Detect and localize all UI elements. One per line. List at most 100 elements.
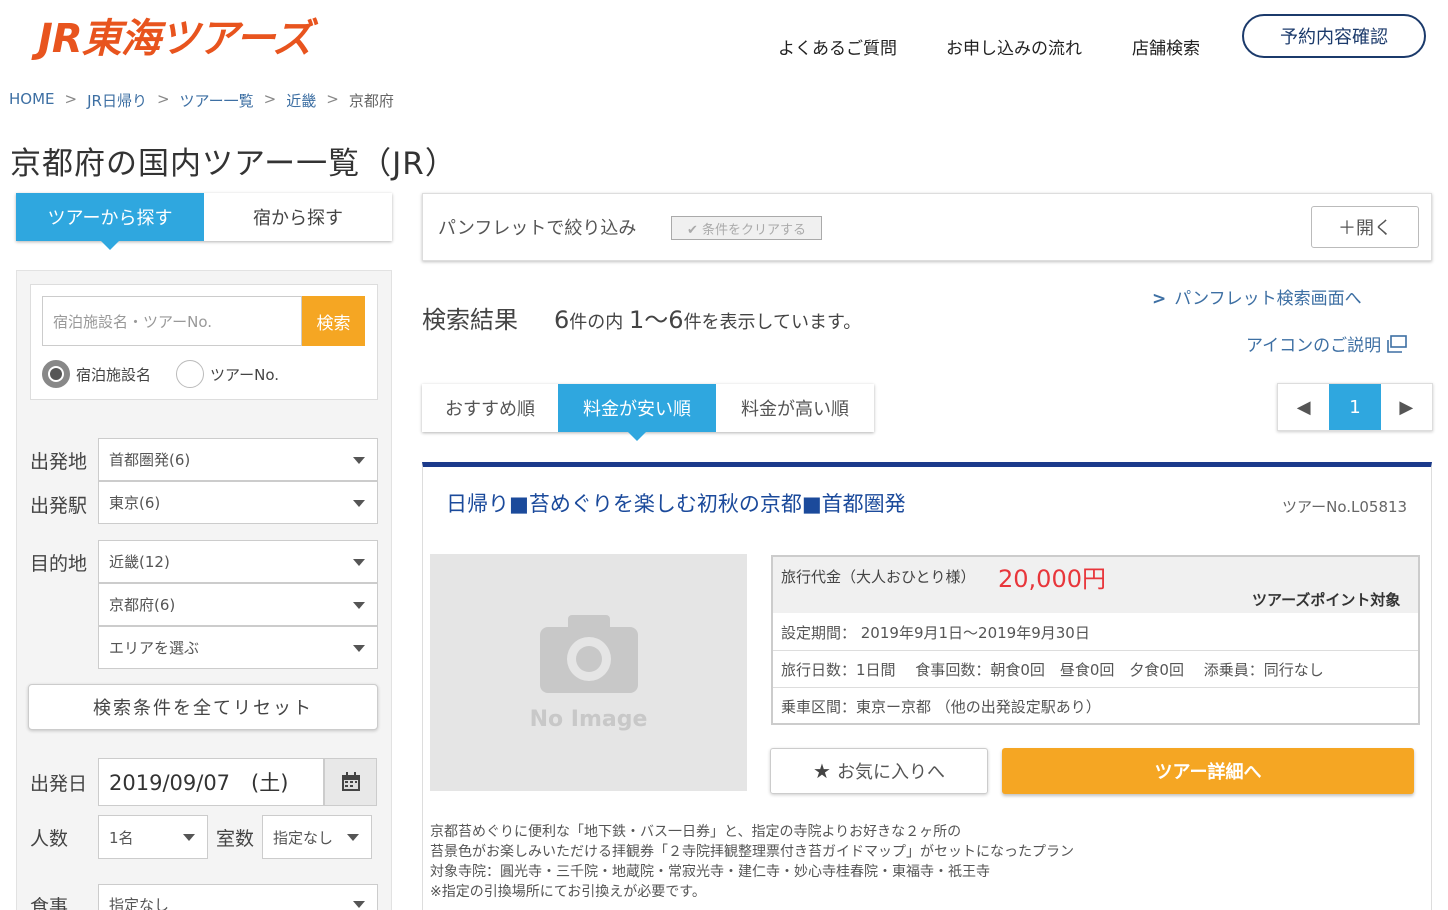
departure-date-input[interactable]: 2019/09/07 (土)	[98, 758, 324, 806]
station-select[interactable]: 東京(6)	[98, 481, 378, 524]
page-current[interactable]: 1	[1329, 384, 1381, 430]
result-range: 1〜6	[629, 306, 684, 334]
search-button[interactable]: 検索	[302, 296, 365, 346]
breadcrumb-tour-list[interactable]: ツアー一覧	[180, 90, 254, 111]
tab-sort-recommended[interactable]: おすすめ順	[422, 384, 558, 432]
breadcrumb: HOME > JR日帰り > ツアー一覧 > 近畿 > 京都府	[9, 90, 394, 111]
pamphlet-search-link-label: パンフレット検索画面へ	[1174, 289, 1362, 309]
add-favorite-label: お気に入りへ	[836, 762, 945, 783]
breadcrumb-jr-daytrip[interactable]: JR日帰り	[87, 90, 147, 111]
tab-sort-price-high[interactable]: 料金が高い順	[716, 384, 874, 432]
page-title: 京都府の国内ツアー一覧（JR）	[10, 146, 457, 182]
pamphlet-filter-label: パンフレットで絞り込み	[438, 218, 637, 239]
destination-area-select[interactable]: エリアを選ぶ	[98, 626, 378, 669]
expand-button[interactable]: ＋開く	[1311, 206, 1419, 248]
result-total: 6	[554, 306, 570, 334]
search-mode-tabs: ツアーから探す 宿から探す	[16, 193, 392, 250]
reset-filters-button[interactable]: 検索条件を全てリセット	[28, 684, 378, 730]
points-eligible-badge: ツアーズポイント対象	[1252, 591, 1401, 609]
people-value: 1名	[109, 828, 134, 847]
nav-faq[interactable]: よくあるご質問	[778, 34, 897, 59]
departure-value: 首都圏発(6)	[109, 451, 191, 469]
breadcrumb-home[interactable]: HOME	[9, 90, 55, 111]
logo[interactable]: JR東海ツアーズ	[38, 6, 312, 64]
price-label: 旅行代金（大人おひとり様）	[781, 568, 976, 586]
triangle-left-icon: ◀	[1296, 396, 1311, 418]
station-label: 出発駅	[30, 495, 88, 517]
icon-help-label: アイコンのご説明	[1246, 336, 1382, 356]
chevron-right-icon: >	[156, 90, 170, 108]
date-label: 出発日	[30, 773, 88, 795]
caret-down-icon	[353, 601, 365, 609]
rooms-select[interactable]: 指定なし	[262, 815, 372, 859]
station-value: 東京(6)	[109, 494, 161, 512]
description-line: 対象寺院：圓光寺・三千院・地蔵院・常寂光寺・建仁寺・妙心寺桂春院・東福寺・祇王寺	[430, 864, 990, 880]
destination-region-select[interactable]: 近畿(12)	[98, 540, 378, 583]
caret-down-icon	[183, 834, 195, 841]
radio-hotel-name-label: 宿泊施設名	[76, 365, 152, 384]
tour-image-placeholder: No Image	[430, 554, 747, 791]
chevron-right-icon: >	[1152, 289, 1167, 309]
breadcrumb-current: 京都府	[348, 92, 394, 110]
destination-region-value: 近畿(12)	[109, 553, 170, 571]
clear-conditions-button[interactable]: ✔ 条件をクリアする	[671, 216, 822, 240]
pagination: ◀ 1 ▶	[1277, 383, 1433, 431]
camera-icon	[539, 615, 638, 693]
tour-days-meals: 旅行日数：1日間 食事回数：朝食0回 昼食0回 夕食0回 添乗員：同行なし	[781, 661, 1324, 679]
prev-page-button[interactable]: ◀	[1278, 384, 1329, 430]
result-label: 検索結果	[422, 306, 518, 334]
tab-sort-price-low[interactable]: 料金が安い順	[558, 384, 716, 441]
star-icon: ★	[813, 759, 831, 783]
tab-search-by-hotel[interactable]: 宿から探す	[204, 193, 392, 241]
tab-search-by-tour[interactable]: ツアーから探す	[16, 193, 204, 250]
keyword-search-input[interactable]: 宿泊施設名・ツアーNo.	[42, 296, 302, 346]
radio-tour-no-label: ツアーNo.	[210, 365, 280, 384]
tour-detail-button[interactable]: ツアー詳細へ	[1002, 748, 1414, 794]
radio-checked-icon	[42, 360, 70, 388]
tour-description: 京都苔めぐりに便利な「地下鉄・バス一日券」と、指定の寺院よりお好きな２ヶ所の 苔…	[430, 822, 1074, 902]
radio-unchecked-icon	[176, 360, 204, 388]
radio-tour-no[interactable]: ツアーNo.	[176, 360, 279, 388]
external-window-icon	[1387, 334, 1407, 353]
calendar-button[interactable]	[324, 758, 377, 806]
reservation-confirm-button[interactable]: 予約内容確認	[1242, 14, 1426, 58]
tour-number: ツアーNo.L05813	[1282, 498, 1408, 516]
destination-area-value: エリアを選ぶ	[109, 639, 200, 657]
tour-route: 乗車区間：東京ー京都 （他の出発設定駅あり）	[781, 698, 1101, 716]
nav-flow[interactable]: お申し込みの流れ	[946, 34, 1082, 59]
result-count: 6件の内 1〜6件を表示しています。	[554, 300, 861, 335]
rooms-value: 指定なし	[273, 828, 334, 847]
triangle-right-icon: ▶	[1399, 396, 1414, 418]
radio-hotel-name[interactable]: 宿泊施設名	[42, 360, 151, 388]
breadcrumb-kinki[interactable]: 近畿	[286, 90, 316, 111]
result-text-1: 件の内	[569, 312, 630, 333]
people-select[interactable]: 1名	[98, 815, 208, 859]
pamphlet-search-link[interactable]: > パンフレット検索画面へ	[1152, 284, 1362, 309]
add-favorite-button[interactable]: ★ お気に入りへ	[770, 748, 988, 794]
chevron-right-icon: >	[64, 90, 78, 108]
departure-label: 出発地	[30, 451, 88, 473]
tour-period: 設定期間： 2019年9月1日〜2019年9月30日	[781, 624, 1090, 642]
chevron-right-icon: >	[263, 90, 277, 108]
nav-store-search[interactable]: 店舗検索	[1132, 34, 1200, 59]
caret-down-icon	[353, 558, 365, 566]
tour-price: 20,000円	[998, 565, 1106, 593]
meal-label: 食事	[30, 896, 69, 910]
calendar-icon	[341, 772, 360, 791]
destination-pref-select[interactable]: 京都府(6)	[98, 583, 378, 626]
no-image-text: No Image	[529, 707, 648, 732]
rooms-label: 室数	[216, 828, 255, 850]
chevron-right-icon: >	[326, 90, 339, 108]
caret-down-icon	[353, 901, 365, 908]
result-text-2: 件を表示しています。	[683, 312, 862, 333]
tour-title[interactable]: 日帰り■苔めぐりを楽しむ初秋の京都■首都圏発	[446, 488, 906, 518]
people-label: 人数	[30, 828, 69, 850]
destination-label: 目的地	[30, 553, 88, 575]
meal-select[interactable]: 指定なし	[98, 884, 378, 910]
departure-select[interactable]: 首都圏発(6)	[98, 438, 378, 481]
caret-down-icon	[347, 834, 359, 841]
caret-down-icon	[353, 456, 365, 464]
row-divider	[773, 687, 1418, 688]
icon-help-link[interactable]: アイコンのご説明	[1246, 331, 1407, 356]
next-page-button[interactable]: ▶	[1381, 384, 1432, 430]
